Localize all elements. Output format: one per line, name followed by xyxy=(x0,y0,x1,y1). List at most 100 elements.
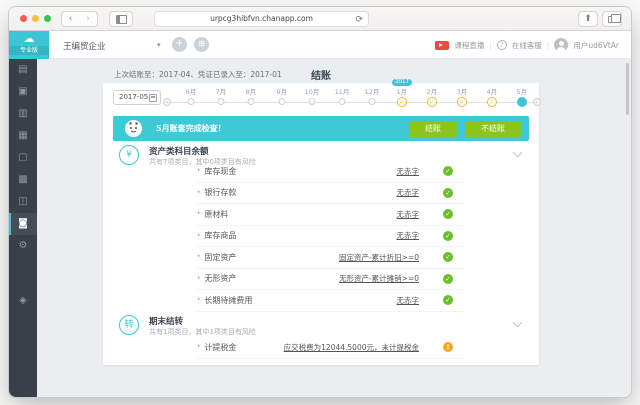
back-button[interactable]: ‹ xyxy=(61,11,80,27)
closing-card: 2017-05 ‹ › 6月 7月 8月 9月 10月 11月 12月 2017… xyxy=(103,83,539,365)
apps-grid-button[interactable]: ⊞ xyxy=(194,37,209,52)
row-detail-link[interactable]: 固定资产-累计折旧>=0 xyxy=(339,252,419,263)
do-not-close-button[interactable]: 不结账 xyxy=(465,121,521,137)
refresh-icon[interactable]: ⟳ xyxy=(355,13,363,27)
timeline-month-dec[interactable]: 12月 xyxy=(357,83,387,113)
period-date-picker[interactable]: 2017-05 xyxy=(113,90,161,105)
avatar[interactable] xyxy=(554,38,568,52)
sidebar-item-salary[interactable]: ◫ xyxy=(9,191,37,213)
month-node xyxy=(369,98,376,105)
row-label: 固定资产 xyxy=(204,252,236,263)
live-course-link[interactable]: 课程直播 xyxy=(454,40,484,51)
check-ok-icon: ✓ xyxy=(443,166,453,176)
row-label: 银行存款 xyxy=(204,187,236,198)
check-row-tax-accrual: ·计提税金应交税费为12044.5000元，未计提税金! xyxy=(197,337,465,359)
bullet-icon: · xyxy=(197,295,200,305)
app-logo[interactable]: ☁ 专业版 xyxy=(9,31,49,59)
sidebar-item-help[interactable]: ◈ xyxy=(9,290,37,312)
bullet-icon: · xyxy=(197,166,200,176)
traffic-lights xyxy=(20,15,51,22)
sidebar-item-closing[interactable]: ◙ xyxy=(9,213,37,235)
timeline-month-may[interactable]: 5月 xyxy=(507,83,537,113)
check-ok-icon: ✓ xyxy=(443,188,453,198)
header-right-group: 课程直播 | ? 在线客服 | 用户ud6VtAr xyxy=(435,31,619,59)
row-label: 库存商品 xyxy=(204,230,236,241)
sidebar-item-tax[interactable]: ▩ xyxy=(9,169,37,191)
timeline-month-nov[interactable]: 11月 xyxy=(327,83,357,113)
tabs-button[interactable] xyxy=(602,11,622,27)
month-label: 12月 xyxy=(357,86,387,96)
dropdown-caret-icon[interactable]: ▾ xyxy=(157,41,161,49)
close-books-button[interactable]: 结账 xyxy=(409,121,457,137)
row-detail-link[interactable]: 无赤字 xyxy=(397,209,420,220)
sidebar-item-reports[interactable]: ▥ xyxy=(9,103,37,125)
month-label: 1月 xyxy=(387,86,417,96)
chevron-down-icon[interactable] xyxy=(513,318,523,328)
check-complete-message: 5月账套完成检查！ xyxy=(156,123,226,134)
chevron-down-icon[interactable] xyxy=(513,148,523,158)
row-detail-link[interactable]: 无赤字 xyxy=(397,230,420,241)
bullet-icon: · xyxy=(197,209,200,219)
timeline-prev-icon[interactable]: ‹ xyxy=(163,98,171,106)
check-row-intangible-assets: ·无形资产无形资产-累计摊销>=0✓ xyxy=(197,269,465,291)
bullet-icon: · xyxy=(197,188,200,198)
sidebar-item-funds[interactable]: ▦ xyxy=(9,125,37,147)
month-label: 7月 xyxy=(206,86,236,96)
timeline-month-sep[interactable]: 9月 xyxy=(267,83,297,113)
check-ok-icon: ✓ xyxy=(443,231,453,241)
fund-icon: ▦ xyxy=(18,130,27,141)
user-name[interactable]: 用户ud6VtAr xyxy=(573,40,619,51)
row-detail-link[interactable]: 无赤字 xyxy=(397,166,420,177)
zoom-window-button[interactable] xyxy=(44,15,51,22)
carryover-section-icon: 转 xyxy=(119,315,139,335)
sidebar: ▤ ▣ ▥ ▦ ▢ ▩ ◫ ◙ ⚙ ◈ xyxy=(9,59,37,397)
row-label: 计提税金 xyxy=(204,342,236,353)
month-node xyxy=(248,98,255,105)
sidebar-item-daybook[interactable]: ▣ xyxy=(9,81,37,103)
report-chart-icon: ▥ xyxy=(18,108,27,119)
row-label: 库存现金 xyxy=(204,166,236,177)
forward-button[interactable]: › xyxy=(79,11,98,27)
timeline-month-apr[interactable]: 4月✓ xyxy=(477,83,507,113)
question-icon: ? xyxy=(497,40,507,50)
sidebar-item-invoices[interactable]: ▢ xyxy=(9,147,37,169)
divider: | xyxy=(489,41,492,50)
close-window-button[interactable] xyxy=(20,15,27,22)
company-selector[interactable]: 王编贸企业 xyxy=(63,40,106,52)
timeline-month-aug[interactable]: 8月 xyxy=(236,83,266,113)
bullet-icon: · xyxy=(197,342,200,352)
sidebar-toggle-button[interactable] xyxy=(109,11,133,27)
month-label: 6月 xyxy=(176,86,206,96)
month-label: 5月 xyxy=(507,86,537,96)
logo-edition-tag: 专业版 xyxy=(9,46,49,55)
month-label: 8月 xyxy=(236,86,266,96)
sidebar-item-vouchers[interactable]: ▤ xyxy=(9,59,37,81)
month-label: 11月 xyxy=(327,86,357,96)
timeline-month-oct[interactable]: 10月 xyxy=(297,83,327,113)
check-row-cash: · 库存现金 无赤字 ✓ xyxy=(197,161,465,183)
address-bar[interactable]: urpcg3hibfvn.chanapp.com ⟳ xyxy=(154,11,369,27)
add-account-button[interactable]: + xyxy=(172,37,187,52)
sidebar-item-settings[interactable]: ⚙ xyxy=(9,235,37,257)
share-button[interactable]: ⬆ xyxy=(578,11,598,27)
row-detail-link[interactable]: 无赤字 xyxy=(397,187,420,198)
minimize-window-button[interactable] xyxy=(32,15,39,22)
month-node xyxy=(188,98,195,105)
row-detail-link[interactable]: 无形资产-累计摊销>=0 xyxy=(339,273,419,284)
browser-chrome: ‹ › urpcg3hibfvn.chanapp.com ⟳ ⬆ xyxy=(9,7,631,31)
timeline-month-jan[interactable]: 20171月✓ xyxy=(387,83,417,113)
bullet-icon: · xyxy=(197,274,200,284)
tax-icon: ▩ xyxy=(18,174,27,185)
row-detail-link[interactable]: 无赤字 xyxy=(397,295,420,306)
bullet-icon: · xyxy=(197,252,200,262)
timeline-month-feb[interactable]: 2月✓ xyxy=(417,83,447,113)
timeline-month-mar[interactable]: 3月✓ xyxy=(447,83,477,113)
invoice-icon: ▢ xyxy=(18,152,27,163)
online-support-link[interactable]: 在线客服 xyxy=(512,40,542,51)
timeline-month-jul[interactable]: 7月 xyxy=(206,83,236,113)
scrollbar[interactable] xyxy=(626,63,629,115)
row-detail-link[interactable]: 应交税费为12044.5000元，未计提税金 xyxy=(284,342,419,353)
check-row-bank: · 银行存款 无赤字 ✓ xyxy=(197,183,465,205)
share-icon: ⬆ xyxy=(584,14,592,24)
timeline-month-jun[interactable]: 6月 xyxy=(176,83,206,113)
